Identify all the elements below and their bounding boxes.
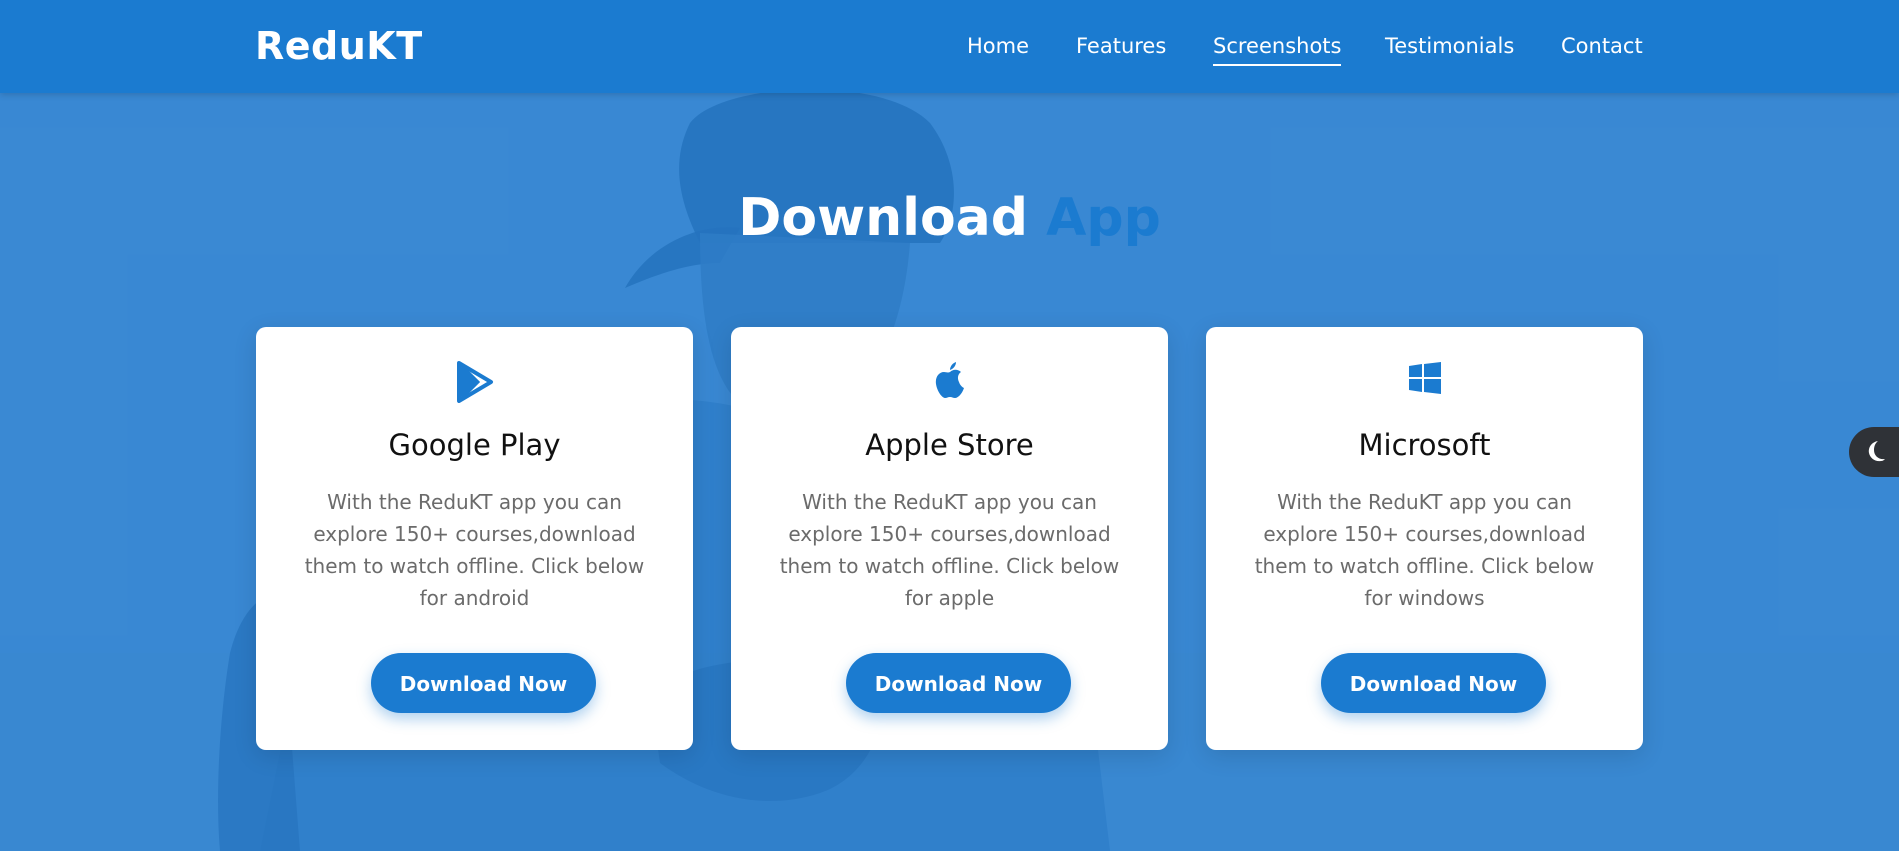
download-now-button-windows[interactable]: Download Now [1321, 653, 1546, 713]
download-card-microsoft: Microsoft With the ReduKT app you can ex… [1206, 327, 1643, 750]
card-description: With the ReduKT app you can explore 150+… [1254, 490, 1595, 610]
title-accent: App [1046, 188, 1161, 248]
windows-icon [1206, 361, 1643, 411]
card-description: With the ReduKT app you can explore 150+… [779, 490, 1120, 610]
nav-features[interactable]: Features [1076, 34, 1166, 58]
download-card-google-play: Google Play With the ReduKT app you can … [256, 327, 693, 750]
download-card-apple-store: Apple Store With the ReduKT app you can … [731, 327, 1168, 750]
apple-icon [731, 361, 1168, 411]
brand-logo[interactable]: ReduKT [255, 24, 423, 68]
navbar: ReduKT Home Features Screenshots Testimo… [0, 0, 1899, 93]
section-title: Download App [0, 188, 1899, 248]
nav-contact[interactable]: Contact [1561, 34, 1643, 58]
dark-mode-toggle[interactable] [1849, 427, 1899, 477]
nav-screenshots[interactable]: Screenshots [1213, 34, 1342, 66]
google-play-icon [256, 361, 693, 411]
card-title: Google Play [388, 428, 561, 462]
download-now-button-android[interactable]: Download Now [371, 653, 596, 713]
card-title: Apple Store [865, 428, 1034, 462]
title-main: Download [738, 188, 1028, 248]
nav-testimonials[interactable]: Testimonials [1385, 34, 1514, 58]
nav-home[interactable]: Home [967, 34, 1029, 58]
download-now-button-apple[interactable]: Download Now [846, 653, 1071, 713]
card-description: With the ReduKT app you can explore 150+… [304, 490, 645, 610]
moon-icon [1868, 441, 1885, 462]
card-title: Microsoft [1358, 428, 1491, 462]
